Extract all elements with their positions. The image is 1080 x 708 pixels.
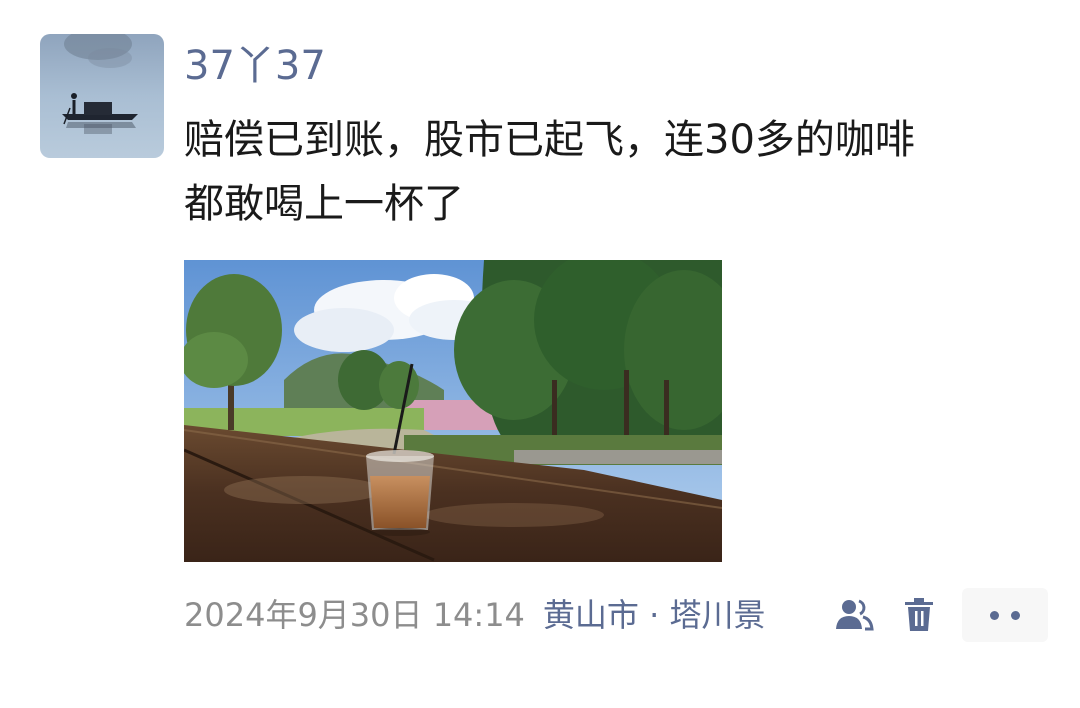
username[interactable]: 37丫37 [184, 38, 326, 94]
more-button[interactable] [962, 588, 1048, 642]
coffee-photo-image [184, 260, 722, 562]
post-text-line: 赔偿已到账，股市已起飞，连30多的咖啡 [184, 117, 915, 163]
post-text: 赔偿已到账，股市已起飞，连30多的咖啡 都敢喝上一杯了 [184, 108, 1034, 236]
post-location[interactable]: 黄山市 · 塔川景 [543, 592, 799, 638]
avatar-image [40, 34, 164, 158]
location-fade [770, 592, 826, 638]
post-photo[interactable] [184, 260, 722, 562]
more-dots-icon [990, 610, 999, 620]
avatar[interactable] [40, 34, 164, 158]
post-meta: 2024年9月30日 14:14 黄山市 · 塔川景 [184, 592, 799, 638]
people-icon[interactable] [830, 592, 878, 638]
trash-icon[interactable] [898, 592, 940, 638]
more-dots-icon [1011, 610, 1020, 620]
post-text-line: 都敢喝上一杯了 [184, 181, 464, 227]
post-timestamp: 2024年9月30日 14:14 [184, 596, 525, 634]
